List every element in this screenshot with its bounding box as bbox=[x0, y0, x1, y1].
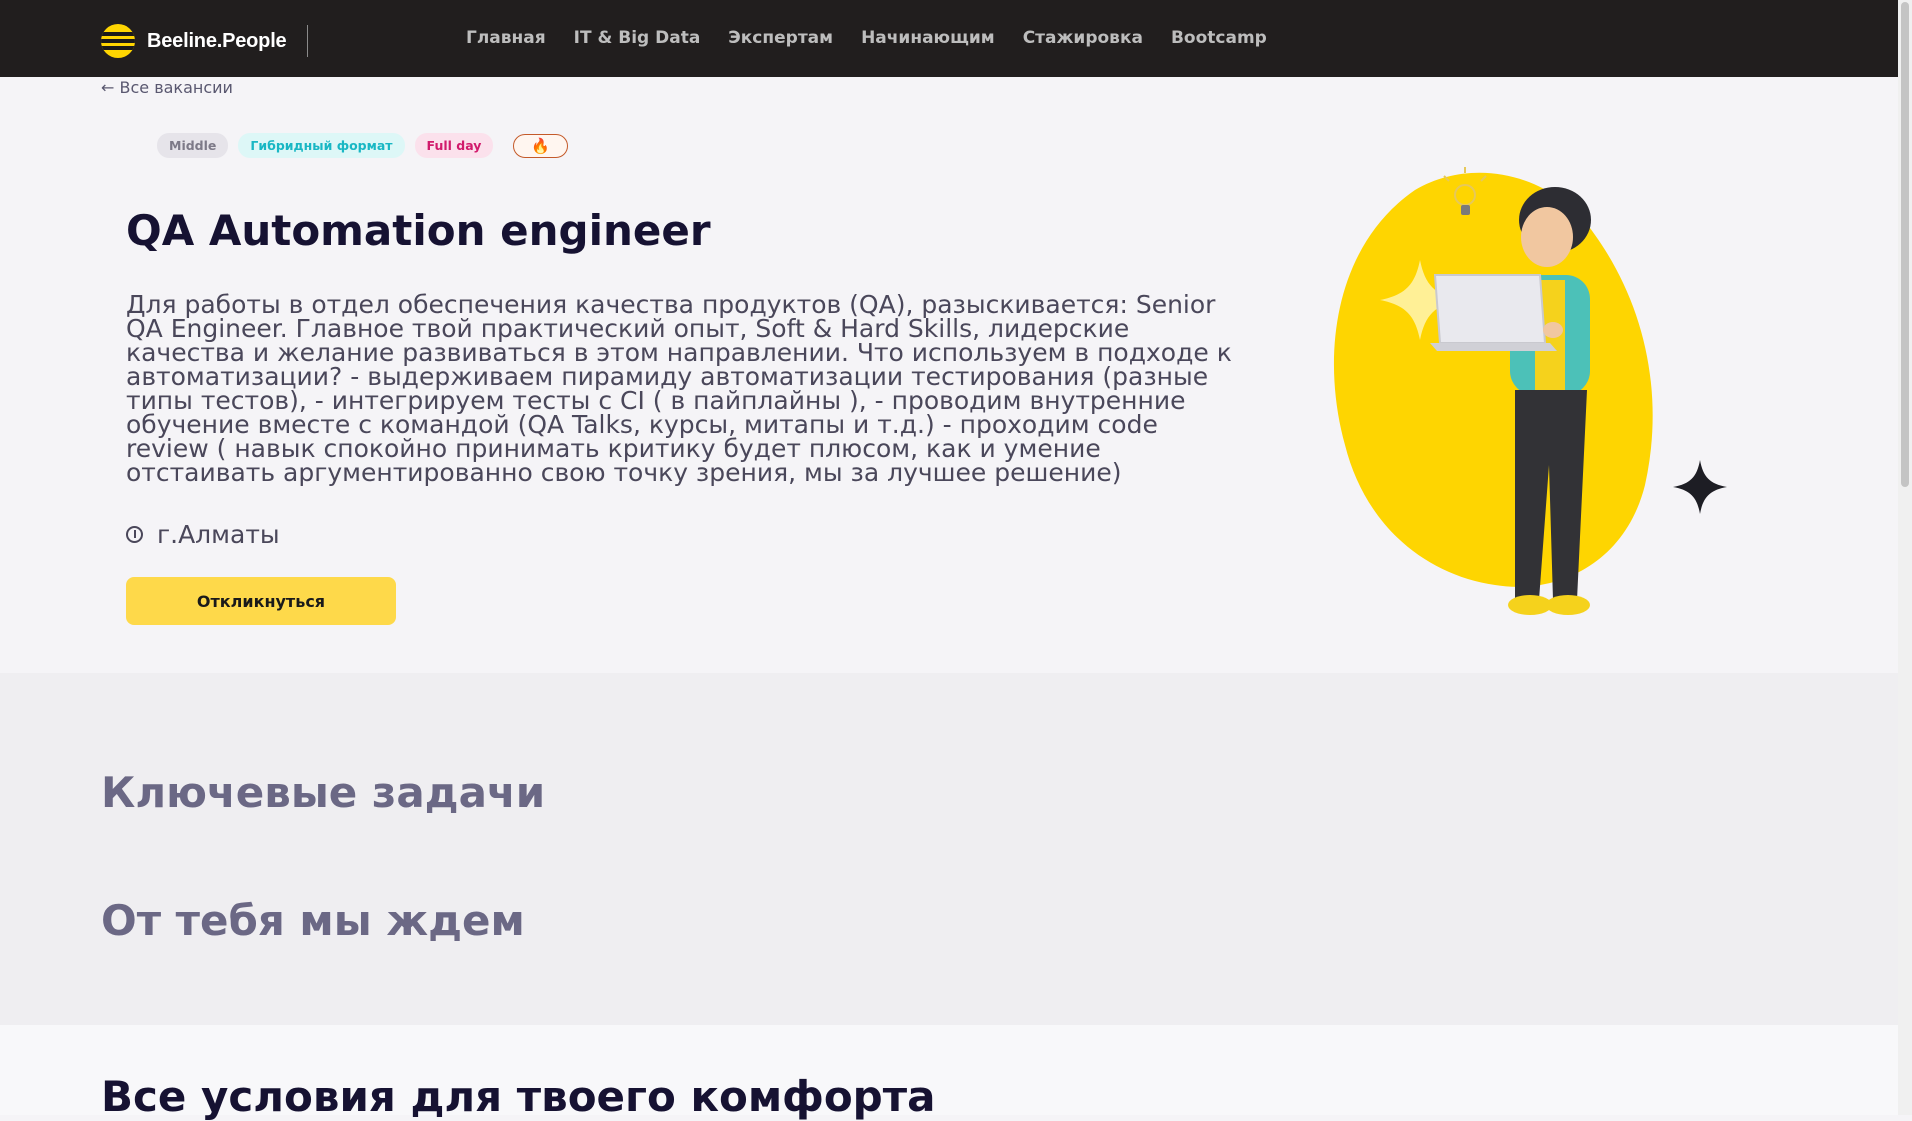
nav-link-it-big-data[interactable]: IT & Big Data bbox=[574, 28, 701, 48]
vacancy-location: г.Алматы bbox=[126, 520, 280, 549]
vacancy-title: QA Automation engineer bbox=[126, 206, 711, 255]
key-tasks-heading: Ключевые задачи bbox=[101, 768, 546, 817]
format-tag: Гибридный формат bbox=[238, 133, 405, 158]
page-scrollbar[interactable] bbox=[1898, 0, 1912, 1115]
beeline-logo-icon bbox=[101, 24, 135, 58]
sparkle-dark bbox=[1673, 460, 1727, 514]
hot-vacancy-badge: 🔥 bbox=[513, 133, 569, 158]
scrollbar-thumb[interactable] bbox=[1901, 2, 1909, 487]
back-to-vacancies-link[interactable]: ← Все вакансии bbox=[101, 78, 233, 97]
nav-link-home[interactable]: Главная bbox=[466, 28, 546, 48]
apply-button[interactable]: Откликнуться bbox=[126, 577, 396, 625]
vacancy-tags: Middle Гибридный формат Full day 🔥 bbox=[157, 133, 569, 158]
nav-link-experts[interactable]: Экспертам bbox=[728, 28, 833, 48]
schedule-tag: Full day bbox=[414, 133, 494, 158]
vacancy-description: Для работы в отдел обеспечения качества … bbox=[126, 290, 1232, 487]
location-text: г.Алматы bbox=[157, 520, 280, 549]
yellow-blob bbox=[1333, 172, 1653, 587]
developer-illustration bbox=[1333, 167, 1727, 615]
requirements-section bbox=[0, 673, 1898, 1025]
top-navigation-bar: Beeline.People Главная IT & Big Data Экс… bbox=[0, 0, 1898, 77]
expectations-heading: От тебя мы ждем bbox=[101, 896, 525, 945]
nav-link-beginners[interactable]: Начинающим bbox=[861, 28, 995, 48]
comfort-heading: Все условия для твоего комфорта bbox=[101, 1072, 936, 1121]
location-pin-icon bbox=[126, 526, 143, 543]
nav-divider bbox=[307, 25, 308, 57]
level-tag: Middle bbox=[157, 133, 229, 158]
logo-text: Beeline.People bbox=[147, 29, 287, 52]
main-nav: Главная IT & Big Data Экспертам Начинающ… bbox=[466, 28, 1267, 48]
nav-link-bootcamp[interactable]: Bootcamp bbox=[1171, 28, 1267, 48]
nav-link-internship[interactable]: Стажировка bbox=[1023, 28, 1143, 48]
beeline-logo[interactable]: Beeline.People bbox=[101, 24, 287, 58]
